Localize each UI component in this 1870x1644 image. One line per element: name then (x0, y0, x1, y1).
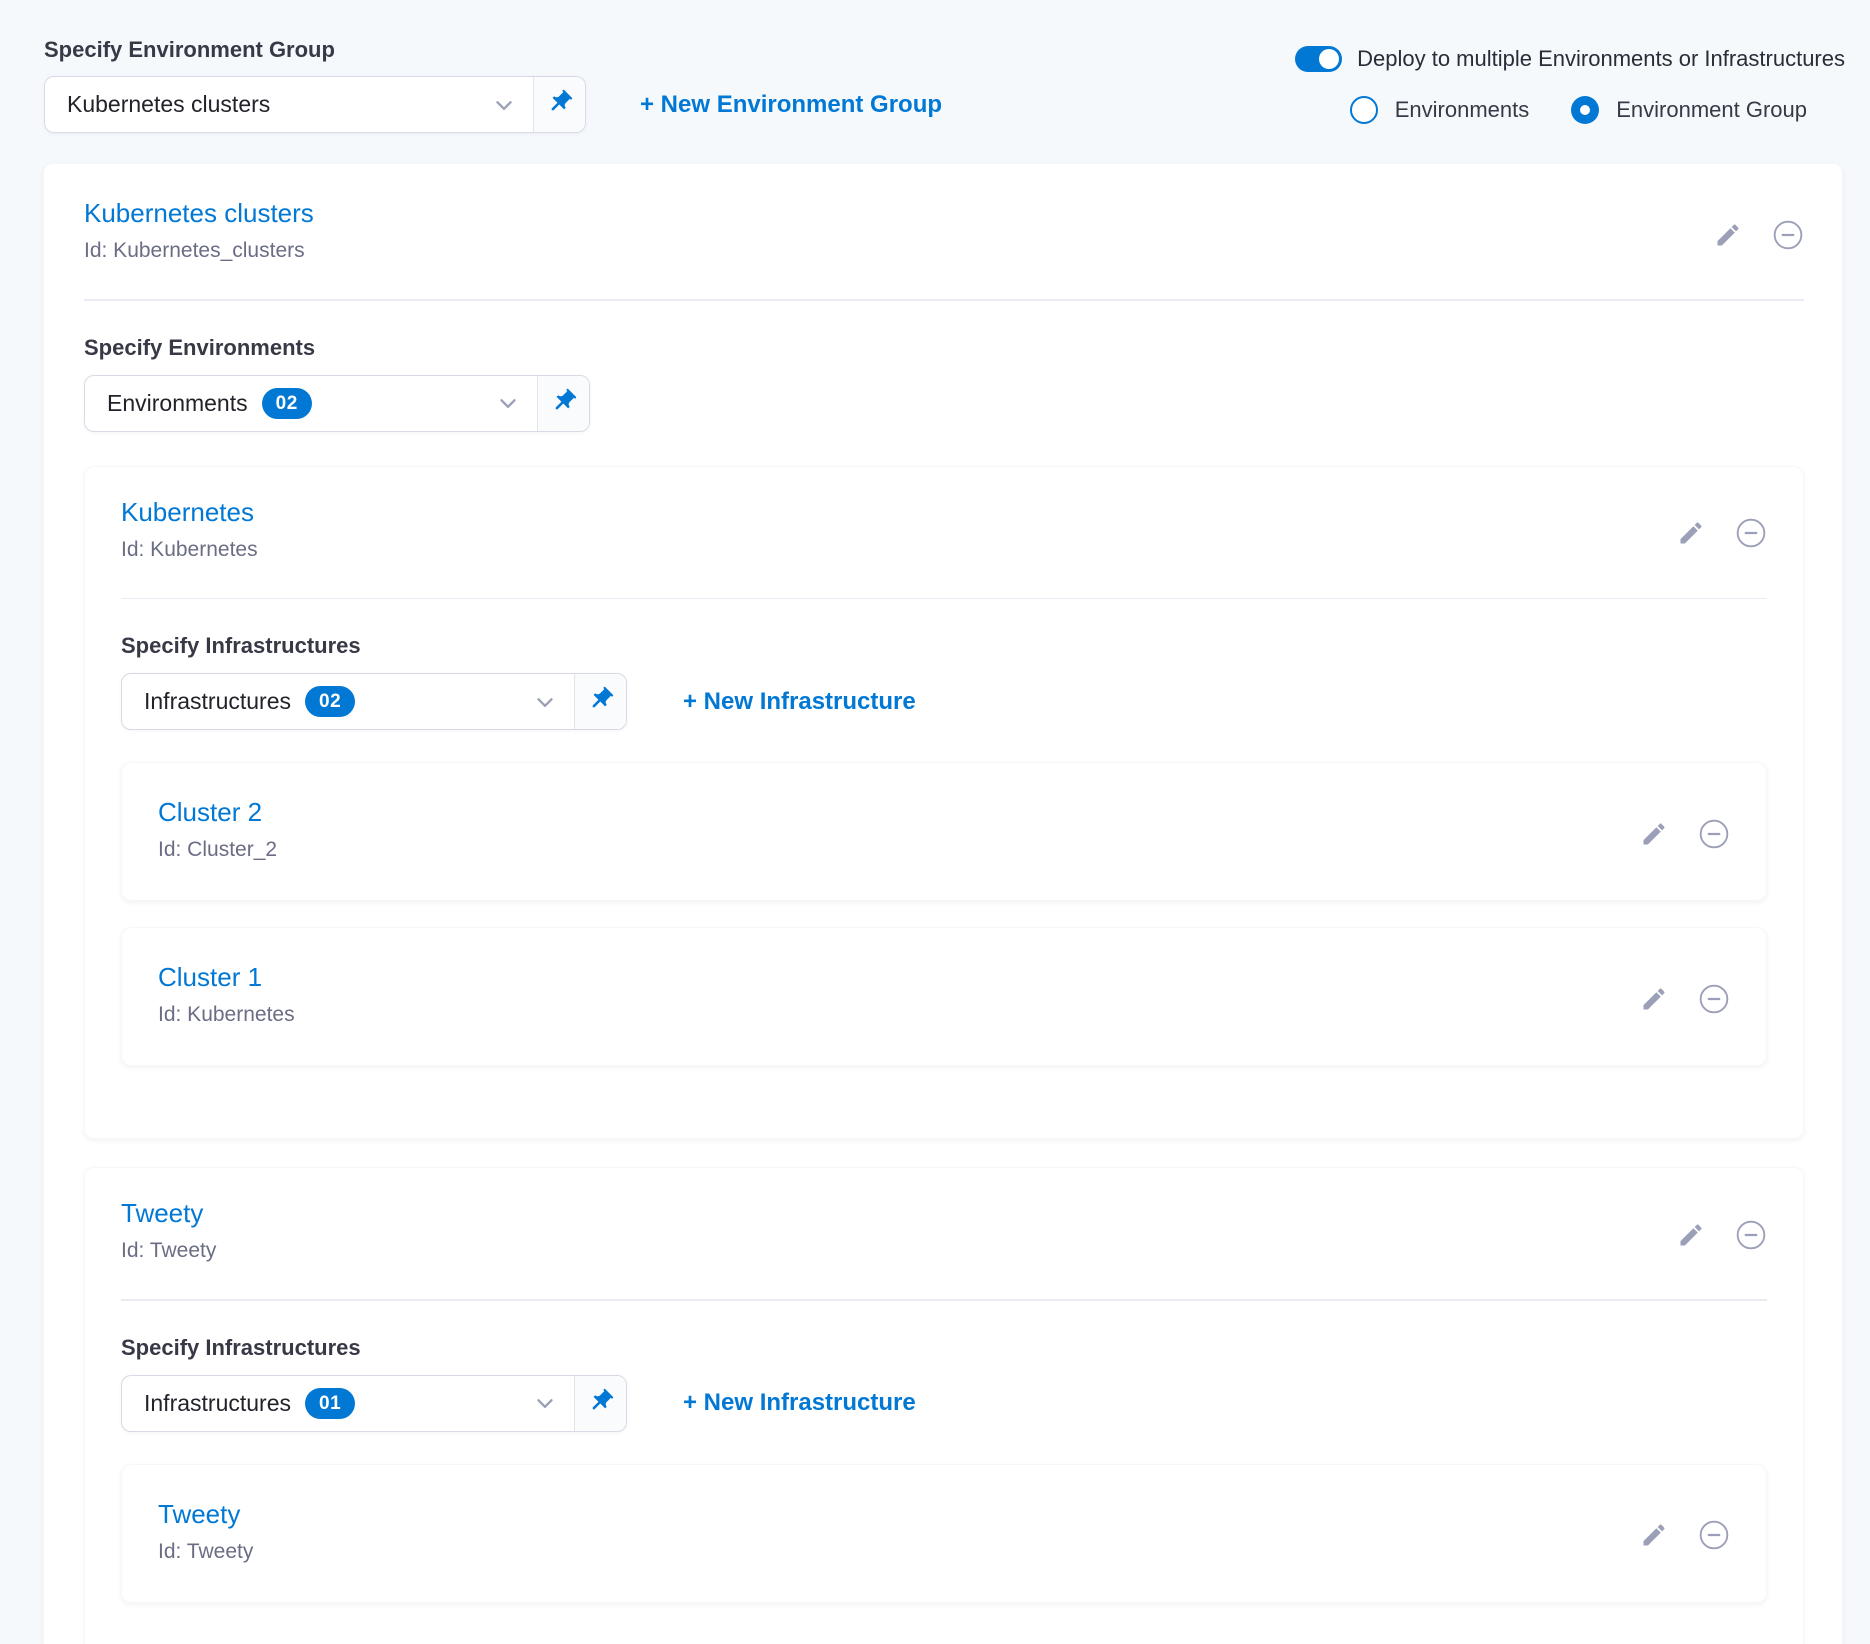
radio-environment-group-label: Environment Group (1616, 97, 1807, 123)
new-infrastructure-button[interactable]: + New Infrastructure (683, 1389, 916, 1417)
pin-icon (546, 88, 574, 121)
edit-pencil-icon (1640, 985, 1668, 1016)
deploy-multiple-toggle-label: Deploy to multiple Environments or Infra… (1357, 46, 1845, 72)
toggle-knob (1319, 49, 1339, 69)
pin-icon (550, 387, 578, 420)
edit-infrastructure-button[interactable] (1638, 1521, 1670, 1553)
minus-circle-icon (1698, 818, 1730, 853)
infrastructure-card: Cluster 1 Id: Kubernetes (121, 927, 1767, 1066)
infrastructure-id: Id: Cluster_2 (158, 837, 1730, 862)
edit-pencil-icon (1714, 221, 1742, 252)
edit-infrastructure-button[interactable] (1638, 984, 1670, 1016)
environments-select-value: Environments (107, 390, 248, 417)
edit-environment-group-button[interactable] (1712, 220, 1744, 252)
infrastructure-card: Cluster 2 Id: Cluster_2 (121, 762, 1767, 901)
specify-infrastructures-label: Specify Infrastructures (121, 1335, 1767, 1361)
remove-environment-group-button[interactable] (1772, 220, 1804, 252)
minus-circle-icon (1772, 219, 1804, 254)
pin-button[interactable] (537, 376, 589, 431)
infrastructures-count-badge: 01 (305, 1388, 355, 1419)
deploy-multiple-toggle-row: Deploy to multiple Environments or Infra… (1295, 46, 1845, 72)
radio-option-environment-group[interactable]: Environment Group (1571, 96, 1807, 124)
environment-card-header: Kubernetes Id: Kubernetes (121, 497, 1767, 562)
environments-count-badge: 02 (262, 388, 312, 419)
pin-button[interactable] (574, 674, 626, 729)
minus-circle-icon (1698, 983, 1730, 1018)
infrastructure-card: Tweety Id: Tweety (121, 1464, 1767, 1603)
edit-pencil-icon (1677, 519, 1705, 550)
chevron-down-icon (532, 689, 558, 715)
specify-infrastructures-label: Specify Infrastructures (121, 633, 1767, 659)
remove-infrastructure-button[interactable] (1698, 984, 1730, 1016)
chevron-down-icon (495, 390, 521, 416)
deploy-options: Deploy to multiple Environments or Infra… (1295, 38, 1845, 124)
minus-circle-icon (1698, 1519, 1730, 1554)
radio-checked-icon[interactable] (1571, 96, 1599, 124)
chevron-down-icon (491, 92, 517, 118)
edit-pencil-icon (1640, 820, 1668, 851)
remove-environment-button[interactable] (1735, 1220, 1767, 1252)
divider (121, 1299, 1767, 1301)
infrastructures-count-badge: 02 (305, 686, 355, 717)
pin-icon (587, 1387, 615, 1420)
radio-unchecked-icon[interactable] (1350, 96, 1378, 124)
remove-environment-button[interactable] (1735, 519, 1767, 551)
new-environment-group-button[interactable]: + New Environment Group (640, 91, 942, 119)
specify-environments-label: Specify Environments (84, 335, 1804, 361)
infrastructure-name: Cluster 1 (158, 962, 1730, 992)
environment-name: Tweety (121, 1198, 1767, 1228)
environment-group-name: Kubernetes clusters (84, 198, 1804, 228)
environment-group-card: Kubernetes clusters Id: Kubernetes_clust… (43, 163, 1843, 1644)
edit-pencil-icon (1677, 1221, 1705, 1252)
environment-card: Kubernetes Id: Kubernetes (84, 466, 1804, 1140)
pin-button[interactable] (574, 1376, 626, 1431)
edit-environment-button[interactable] (1675, 1220, 1707, 1252)
environment-group-select[interactable]: Kubernetes clusters (44, 76, 586, 133)
environment-group-label: Specify Environment Group (44, 38, 942, 62)
pin-button[interactable] (533, 77, 585, 132)
radio-environments-label: Environments (1395, 97, 1530, 123)
environment-group-card-header: Kubernetes clusters Id: Kubernetes_clust… (84, 198, 1804, 263)
environment-card: Tweety Id: Tweety (84, 1167, 1804, 1644)
infrastructure-id: Id: Tweety (158, 1539, 1730, 1564)
environment-group-select-value: Kubernetes clusters (67, 91, 270, 118)
remove-infrastructure-button[interactable] (1698, 819, 1730, 851)
minus-circle-icon (1735, 517, 1767, 552)
scope-radio-group: Environments Environment Group (1350, 96, 1807, 124)
environment-group-id: Id: Kubernetes_clusters (84, 238, 1804, 263)
infrastructure-name: Cluster 2 (158, 797, 1730, 827)
edit-pencil-icon (1640, 1521, 1668, 1552)
environment-group-field: Specify Environment Group Kubernetes clu… (44, 38, 942, 133)
environment-card-header: Tweety Id: Tweety (121, 1198, 1767, 1263)
edit-environment-button[interactable] (1675, 519, 1707, 551)
infrastructures-select[interactable]: Infrastructures 02 (121, 673, 627, 730)
pin-icon (587, 685, 615, 718)
minus-circle-icon (1735, 1219, 1767, 1254)
edit-infrastructure-button[interactable] (1638, 819, 1670, 851)
environment-id: Id: Kubernetes (121, 537, 1767, 562)
deploy-multiple-toggle[interactable] (1295, 46, 1342, 72)
divider (121, 598, 1767, 600)
infrastructures-select[interactable]: Infrastructures 01 (121, 1375, 627, 1432)
environment-id: Id: Tweety (121, 1238, 1767, 1263)
new-infrastructure-button[interactable]: + New Infrastructure (683, 688, 916, 716)
infrastructure-name: Tweety (158, 1499, 1730, 1529)
infrastructures-select-value: Infrastructures (144, 1390, 291, 1417)
infrastructures-select-value: Infrastructures (144, 688, 291, 715)
chevron-down-icon (532, 1390, 558, 1416)
environment-name: Kubernetes (121, 497, 1767, 527)
infrastructure-id: Id: Kubernetes (158, 1002, 1730, 1027)
radio-option-environments[interactable]: Environments (1350, 96, 1530, 124)
environments-select[interactable]: Environments 02 (84, 375, 590, 432)
remove-infrastructure-button[interactable] (1698, 1521, 1730, 1553)
divider (84, 299, 1804, 301)
top-bar: Specify Environment Group Kubernetes clu… (0, 0, 1870, 133)
